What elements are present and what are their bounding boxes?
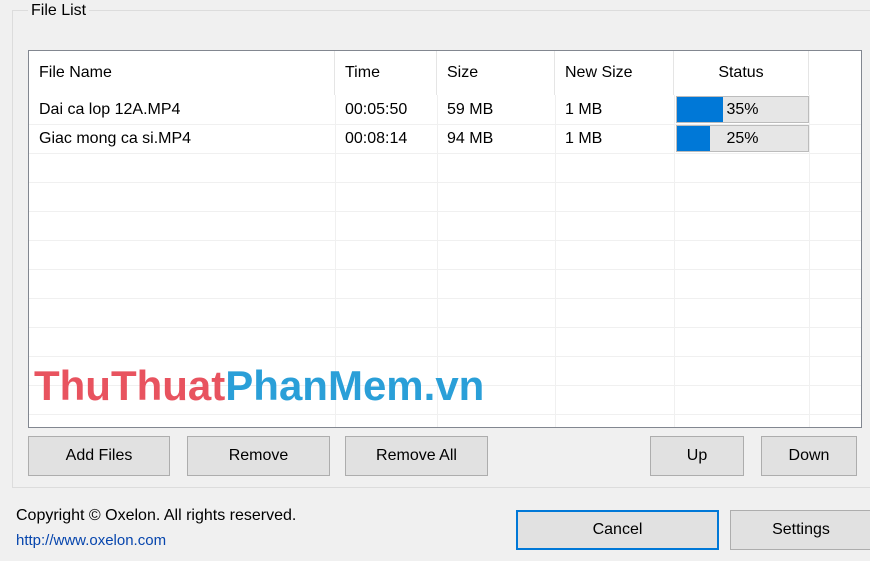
grid-line — [29, 182, 861, 183]
grid-line — [29, 269, 861, 270]
column-header-file-name[interactable]: File Name — [29, 51, 335, 95]
file-name-cell: Dai ca lop 12A.MP4 — [39, 101, 181, 118]
table-row[interactable]: Giac mong ca si.MP4 00:08:14 94 MB 1 MB … — [29, 124, 861, 153]
file-name-cell: Giac mong ca si.MP4 — [39, 130, 192, 147]
file-list-title: File List — [28, 2, 90, 20]
grid-line — [29, 414, 861, 415]
time-cell: 00:05:50 — [345, 101, 408, 118]
time-cell: 00:08:14 — [345, 130, 408, 147]
size-cell: 94 MB — [447, 130, 494, 147]
status-progress-bar: 35% — [676, 96, 809, 123]
watermark-part-vn: .vn — [423, 362, 485, 409]
website-link[interactable]: http://www.oxelon.com — [16, 532, 166, 549]
cancel-button[interactable]: Cancel — [516, 510, 719, 550]
grid-line — [29, 327, 861, 328]
remove-button[interactable]: Remove — [187, 436, 330, 476]
column-header-size[interactable]: Size — [437, 51, 555, 95]
watermark-part-phanmem: PhanMem — [225, 362, 424, 409]
copyright-text: Copyright © Oxelon. All rights reserved. — [16, 507, 297, 524]
settings-button[interactable]: Settings — [730, 510, 870, 550]
new-size-cell: 1 MB — [565, 101, 603, 118]
grid-line — [29, 356, 861, 357]
grid-line — [29, 211, 861, 212]
size-cell: 59 MB — [447, 101, 494, 118]
add-files-button[interactable]: Add Files — [28, 436, 170, 476]
up-button[interactable]: Up — [650, 436, 744, 476]
status-percent: 25% — [726, 130, 759, 147]
grid-line — [29, 298, 861, 299]
status-percent: 35% — [726, 101, 759, 118]
status-progress-bar: 25% — [676, 125, 809, 152]
down-button[interactable]: Down — [761, 436, 857, 476]
watermark-part-thuthuat: ThuThuat — [34, 362, 226, 409]
column-header-new-size[interactable]: New Size — [555, 51, 674, 95]
new-size-cell: 1 MB — [565, 130, 603, 147]
grid-line — [29, 240, 861, 241]
watermark-logo: ThuThuatPhanMem.vn — [34, 362, 484, 410]
remove-all-button[interactable]: Remove All — [345, 436, 488, 476]
grid-line — [29, 153, 861, 154]
column-header-time[interactable]: Time — [335, 51, 437, 95]
table-row[interactable]: Dai ca lop 12A.MP4 00:05:50 59 MB 1 MB 3… — [29, 95, 861, 124]
column-header-status[interactable]: Status — [674, 51, 809, 95]
